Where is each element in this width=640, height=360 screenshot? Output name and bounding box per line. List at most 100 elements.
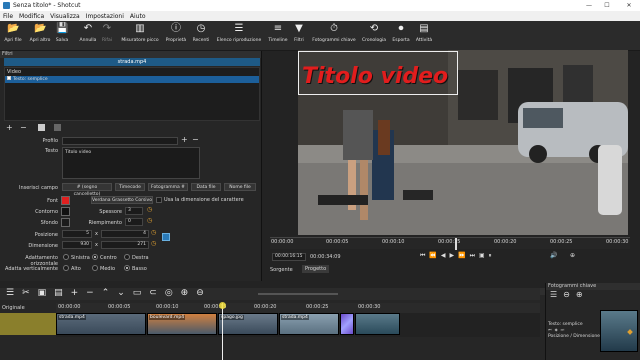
- font-color-swatch[interactable]: [61, 196, 70, 205]
- position-x-input[interactable]: 5: [62, 230, 92, 238]
- halign-right-radio[interactable]: [124, 254, 130, 260]
- filters-header: Filtri: [0, 51, 261, 58]
- cursor-highlight: [219, 302, 226, 309]
- copy-filter-icon[interactable]: [38, 124, 45, 131]
- filter-item-text-simple[interactable]: Testo: semplice: [5, 76, 259, 83]
- clip-spago[interactable]: spago.jpg: [218, 313, 278, 335]
- paste-filter-icon[interactable]: [54, 124, 61, 131]
- use-font-size-checkbox[interactable]: [156, 197, 162, 203]
- thickness-keyframe-icon[interactable]: ◷: [147, 206, 152, 213]
- padding-label: Riempimento: [88, 220, 122, 226]
- thickness-input[interactable]: 3: [125, 207, 143, 215]
- valign-top-label: Alto: [71, 266, 81, 272]
- remove-profile-button[interactable]: −: [192, 135, 199, 144]
- profile-label: Profilo: [42, 138, 58, 144]
- recent-icon: ◷: [196, 23, 206, 34]
- size-w-input[interactable]: 930: [62, 241, 92, 249]
- timeline-playhead[interactable]: [222, 303, 223, 360]
- save-button[interactable]: 💾 Salva: [54, 23, 70, 49]
- clip-strada-1[interactable]: strada.mp4: [56, 313, 146, 335]
- minimize-button[interactable]: —: [582, 0, 596, 11]
- valign-bottom-radio[interactable]: [124, 265, 130, 271]
- maximize-button[interactable]: ☐: [600, 0, 614, 11]
- menu-impostazioni[interactable]: Impostazioni: [86, 13, 124, 20]
- add-profile-button[interactable]: +: [181, 135, 188, 144]
- size-h-input[interactable]: 271: [101, 241, 149, 249]
- clip-boulevard[interactable]: boulevard.mp4: [147, 313, 217, 335]
- menu-modifica[interactable]: Modifica: [19, 13, 44, 20]
- keyframes-button[interactable]: ⏱ Fotogrammi chiave: [310, 23, 358, 49]
- menu-visualizza[interactable]: Visualizza: [50, 13, 80, 20]
- volume-icon[interactable]: 🔊: [550, 252, 557, 259]
- properties-button[interactable]: ⓘ Proprietà: [164, 23, 188, 49]
- transition-clip[interactable]: [340, 313, 354, 335]
- font-select-button[interactable]: Verdana Grassetto Corsivo: [91, 196, 153, 204]
- current-time-field[interactable]: 00:00:16:15: [272, 253, 306, 261]
- valign-middle-radio[interactable]: [92, 265, 98, 271]
- add-filter-button[interactable]: +: [6, 123, 13, 132]
- insert-frame-button[interactable]: Fotogramma #: [148, 183, 188, 191]
- playlist-button[interactable]: ☰ Elenco riproduzione: [214, 23, 264, 49]
- preview-playhead[interactable]: [455, 238, 457, 250]
- open-other-button[interactable]: 📂 Apri altro: [27, 23, 53, 49]
- halign-center-label: Centro: [100, 255, 117, 261]
- jobs-button[interactable]: ▤ Attività: [414, 23, 434, 49]
- use-font-size-label: Usa la dimensione del carattere: [164, 197, 244, 203]
- redo-button[interactable]: ↷ Rifai: [99, 23, 115, 49]
- undo-button[interactable]: ↶ Annulla: [78, 23, 98, 49]
- padding-input[interactable]: 0: [125, 218, 143, 226]
- position-keyframe-icon[interactable]: ◷: [151, 229, 156, 236]
- position-y-input[interactable]: 4: [101, 230, 149, 238]
- main-toolbar: 📂 Apri file 📂 Apri altro 💾 Salva ↶ Annulla ↷…: [0, 21, 640, 51]
- peak-meter-button[interactable]: ▥ Misuratore picco: [118, 23, 162, 49]
- halign-center-radio[interactable]: [92, 254, 98, 260]
- timeline-zoom-slider[interactable]: [258, 293, 338, 295]
- window-title: Senza titolo* - Shotcut: [13, 2, 81, 9]
- filters-button[interactable]: ▼ Filtri: [291, 23, 307, 49]
- zoom-icon[interactable]: ⊕: [570, 252, 575, 259]
- v1-track: strada.mp4 boulevard.mp4 spago.jpg strad…: [56, 313, 540, 337]
- valign-top-radio[interactable]: [63, 265, 69, 271]
- size-keyframe-icon[interactable]: ◷: [151, 240, 156, 247]
- shotcut-app-icon: [3, 2, 10, 9]
- export-button[interactable]: ⏺ Esporta: [390, 23, 412, 49]
- recent-button[interactable]: ◷ Recenti: [190, 23, 212, 49]
- video-preview[interactable]: Titolo video: [298, 50, 628, 235]
- insert-filename-button[interactable]: Nome file: [224, 183, 256, 191]
- menu-file[interactable]: File: [3, 13, 13, 20]
- tab-sorgente[interactable]: Sorgente: [270, 267, 293, 273]
- preview-ruler[interactable]: 00:00:00 00:00:05 00:00:10 00:00:15 00:0…: [270, 237, 630, 250]
- properties-icon: ⓘ: [171, 23, 181, 34]
- window-titlebar: Senza titolo* - Shotcut — ☐ ✕: [0, 0, 640, 11]
- clip-tail[interactable]: [355, 313, 400, 335]
- menu-aiuto[interactable]: Aiuto: [130, 13, 146, 20]
- keyframes-toolbar[interactable]: ☰⊖⊕: [546, 290, 640, 302]
- keyframes-icon: ⏱: [330, 23, 338, 34]
- insert-hash-button[interactable]: # (segno cancelletto): [62, 183, 112, 197]
- outline-color-swatch[interactable]: [61, 207, 70, 216]
- text-input[interactable]: Titolo video: [62, 147, 200, 179]
- open-file-button[interactable]: 📂 Apri file: [2, 23, 24, 49]
- filter-enable-checkbox[interactable]: [7, 76, 11, 80]
- insert-timecode-button[interactable]: Timecode: [115, 183, 145, 191]
- history-button[interactable]: ⟲ Cronologia: [360, 23, 388, 49]
- padding-keyframe-icon[interactable]: ◷: [147, 217, 152, 224]
- filter-list: Video Testo: semplice: [4, 67, 260, 121]
- tab-progetto[interactable]: Progetto: [302, 265, 330, 273]
- timeline-button[interactable]: ≡ Timeline: [266, 23, 290, 49]
- filter-group-video: Video: [7, 69, 22, 75]
- insert-filedate-button[interactable]: Data file: [191, 183, 221, 191]
- clip-strada-2[interactable]: strada.mp4: [279, 313, 339, 335]
- keyframe-link-icon[interactable]: [162, 233, 170, 241]
- keyframes-header: Fotogrammi chiave: [546, 283, 640, 290]
- total-time-label: 00:00:34:09: [310, 254, 341, 260]
- profile-select[interactable]: [62, 137, 178, 145]
- text-label: Testo: [45, 148, 58, 154]
- background-color-swatch[interactable]: [61, 218, 70, 227]
- close-button[interactable]: ✕: [622, 0, 636, 11]
- timeline-ruler[interactable]: 00:00:00 00:00:05 00:00:10 00:00:15 00:0…: [56, 303, 540, 313]
- position-times-label: x: [95, 231, 98, 237]
- remove-filter-button[interactable]: −: [20, 123, 27, 132]
- transport-controls[interactable]: ⏮⏪◀▶⏩⏭▣⏸: [420, 252, 496, 260]
- halign-left-radio[interactable]: [63, 254, 69, 260]
